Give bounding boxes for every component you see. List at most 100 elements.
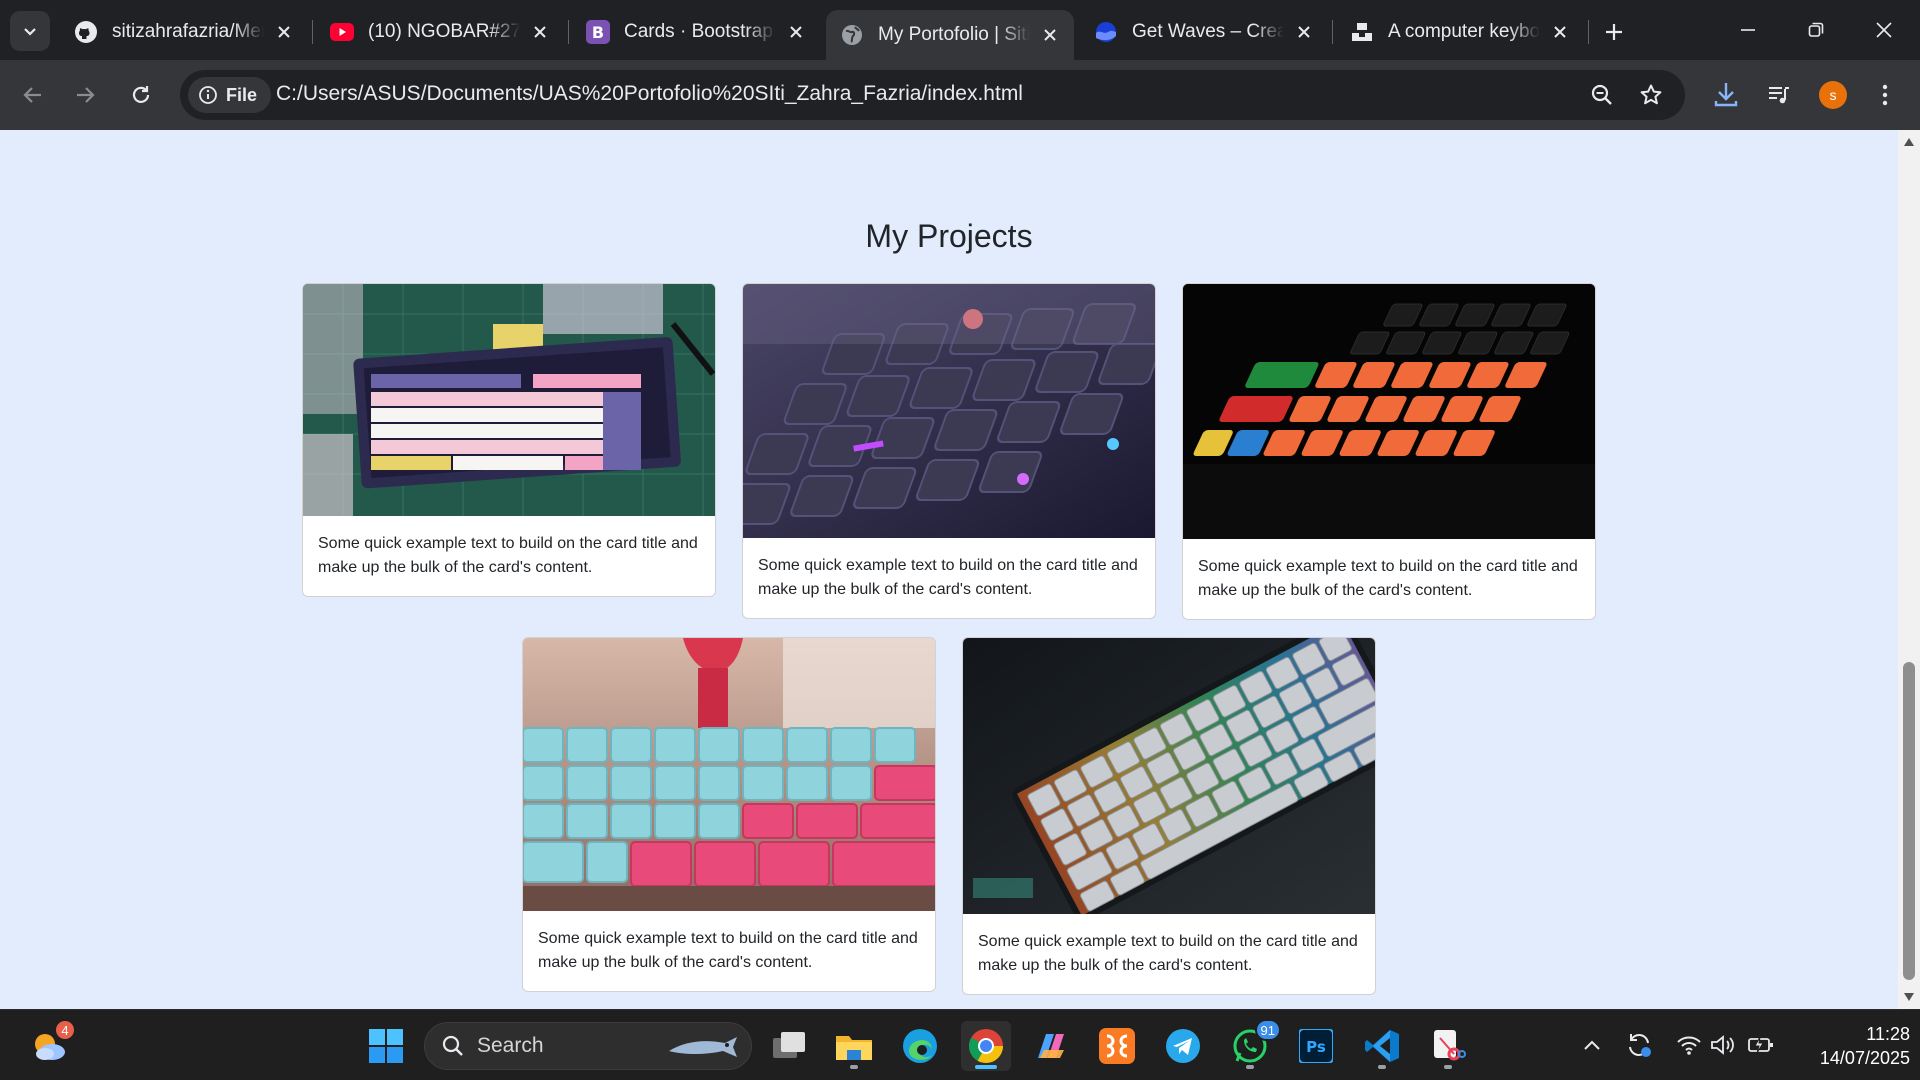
xampp-icon	[1099, 1028, 1135, 1064]
project-card[interactable]: Some quick example text to build on the …	[1182, 283, 1596, 620]
snipping-tool-icon	[1434, 1030, 1466, 1061]
close-icon	[1876, 22, 1892, 38]
taskbar-clock[interactable]: 11:28 14/07/2025	[1790, 1022, 1910, 1070]
card-text: Some quick example text to build on the …	[1198, 558, 1578, 599]
site-info-chip[interactable]: File	[188, 77, 272, 113]
active-indicator	[975, 1065, 997, 1069]
tab-computer-keyboard[interactable]: A computer keybo	[1336, 10, 1584, 54]
triangle-down-icon	[1904, 993, 1914, 1001]
forward-button[interactable]	[64, 74, 106, 116]
weather-widget[interactable]: 4	[24, 1019, 76, 1071]
close-window-button[interactable]	[1850, 0, 1918, 60]
project-card[interactable]: Some quick example text to build on the …	[522, 637, 936, 992]
bootstrap-icon: B	[586, 20, 610, 44]
tab-title: Get Waves – Creat	[1132, 21, 1284, 42]
card-image-keyboard-pastel	[303, 284, 715, 516]
telegram-icon	[1166, 1029, 1200, 1063]
scroll-down-arrow[interactable]	[1903, 991, 1915, 1003]
telegram-app[interactable]	[1158, 1021, 1208, 1071]
downloads-button[interactable]	[1705, 74, 1747, 116]
address-bar[interactable]: File C:/Users/ASUS/Documents/UAS%20Porto…	[180, 70, 1685, 120]
running-indicator	[1246, 1065, 1254, 1069]
battery-button[interactable]	[1746, 1030, 1776, 1060]
url-text[interactable]: C:/Users/ASUS/Documents/UAS%20Portofolio…	[276, 82, 1023, 106]
close-icon[interactable]	[272, 20, 296, 44]
tab-title: Cards · Bootstrap v	[624, 21, 776, 42]
tab-title: A computer keybo	[1388, 21, 1540, 42]
edge-app[interactable]	[895, 1021, 945, 1071]
vscode-app[interactable]	[1357, 1021, 1407, 1071]
xampp-app[interactable]	[1092, 1021, 1142, 1071]
scroll-thumb[interactable]	[1903, 662, 1915, 980]
chevron-up-icon	[1584, 1040, 1600, 1050]
card-text: Some quick example text to build on the …	[538, 930, 918, 971]
start-button[interactable]	[361, 1021, 411, 1071]
profile-button[interactable]: s	[1812, 74, 1854, 116]
windows-logo-icon	[369, 1029, 403, 1063]
sync-icon	[1629, 1034, 1651, 1057]
wifi-icon	[1677, 1036, 1701, 1055]
page-scrollbar[interactable]	[1898, 130, 1920, 1009]
arrow-right-icon	[77, 87, 95, 103]
star-icon	[1640, 84, 1662, 105]
tab-bootstrap[interactable]: B Cards · Bootstrap v	[572, 10, 820, 54]
volume-button[interactable]	[1708, 1030, 1738, 1060]
file-explorer-app[interactable]	[829, 1021, 879, 1071]
download-icon	[1714, 83, 1738, 107]
restore-button[interactable]	[1782, 0, 1850, 60]
menu-button[interactable]	[1864, 74, 1906, 116]
scroll-up-arrow[interactable]	[1903, 136, 1915, 148]
tab-title: My Portofolio | Siti	[878, 24, 1030, 45]
network-button[interactable]	[1674, 1030, 1704, 1060]
chrome-app[interactable]	[961, 1021, 1011, 1071]
vscode-icon	[1365, 1030, 1399, 1062]
close-icon[interactable]	[1548, 20, 1572, 44]
restore-icon	[1808, 22, 1824, 37]
back-button[interactable]	[12, 74, 54, 116]
photoshop-app[interactable]: Ps	[1291, 1021, 1341, 1071]
chevron-down-icon	[24, 28, 36, 36]
tab-youtube[interactable]: (10) NGOBAR#27	[316, 10, 564, 54]
close-icon[interactable]	[1292, 20, 1316, 44]
volume-icon	[1711, 1035, 1734, 1055]
card-image-keyboard-purple	[743, 284, 1155, 538]
running-indicator	[850, 1065, 858, 1069]
new-tab-button[interactable]	[1596, 14, 1632, 50]
search-label: Search	[477, 1034, 544, 1057]
close-icon[interactable]	[784, 20, 808, 44]
task-view-button[interactable]	[764, 1021, 814, 1071]
project-card[interactable]: Some quick example text to build on the …	[302, 283, 716, 597]
show-hidden-icons-button[interactable]	[1577, 1030, 1607, 1060]
copilot-app[interactable]	[1026, 1021, 1076, 1071]
tab-title: (10) NGOBAR#27	[368, 21, 520, 42]
youtube-icon	[330, 20, 354, 44]
snipping-tool-app[interactable]	[1423, 1021, 1473, 1071]
tab-get-waves[interactable]: Get Waves – Creat	[1080, 10, 1328, 54]
sync-tray-icon[interactable]	[1624, 1030, 1654, 1060]
chrome-icon	[969, 1029, 1003, 1063]
queue-music-icon	[1769, 87, 1789, 104]
media-controls-button[interactable]	[1758, 74, 1800, 116]
project-card[interactable]: Some quick example text to build on the …	[742, 283, 1156, 619]
reload-button[interactable]	[120, 74, 162, 116]
tab-separator	[312, 20, 313, 44]
project-card[interactable]: Some quick example text to build on the …	[962, 637, 1376, 995]
close-icon[interactable]	[1038, 23, 1062, 47]
whatsapp-app[interactable]: 91	[1225, 1019, 1281, 1071]
unsplash-icon	[1350, 20, 1374, 44]
bookmark-button[interactable]	[1635, 79, 1667, 111]
minimize-button[interactable]	[1714, 0, 1782, 60]
chip-label: File	[226, 84, 258, 105]
zoom-button[interactable]	[1586, 79, 1618, 111]
taskbar-search[interactable]: Search	[424, 1022, 752, 1070]
zoom-out-icon	[1591, 84, 1612, 105]
tab-search-button[interactable]	[10, 11, 50, 51]
tab-separator	[1332, 20, 1333, 44]
tab-github[interactable]: sitizahrafazria/Men	[60, 10, 308, 54]
globe-icon	[840, 23, 864, 47]
tab-my-portofolio[interactable]: My Portofolio | Siti	[826, 10, 1074, 60]
tab-strip: sitizahrafazria/Men (10) NGOBAR#27 B Car…	[0, 0, 1920, 60]
waves-icon	[1094, 20, 1118, 44]
close-icon[interactable]	[528, 20, 552, 44]
arrow-left-icon	[23, 87, 41, 103]
